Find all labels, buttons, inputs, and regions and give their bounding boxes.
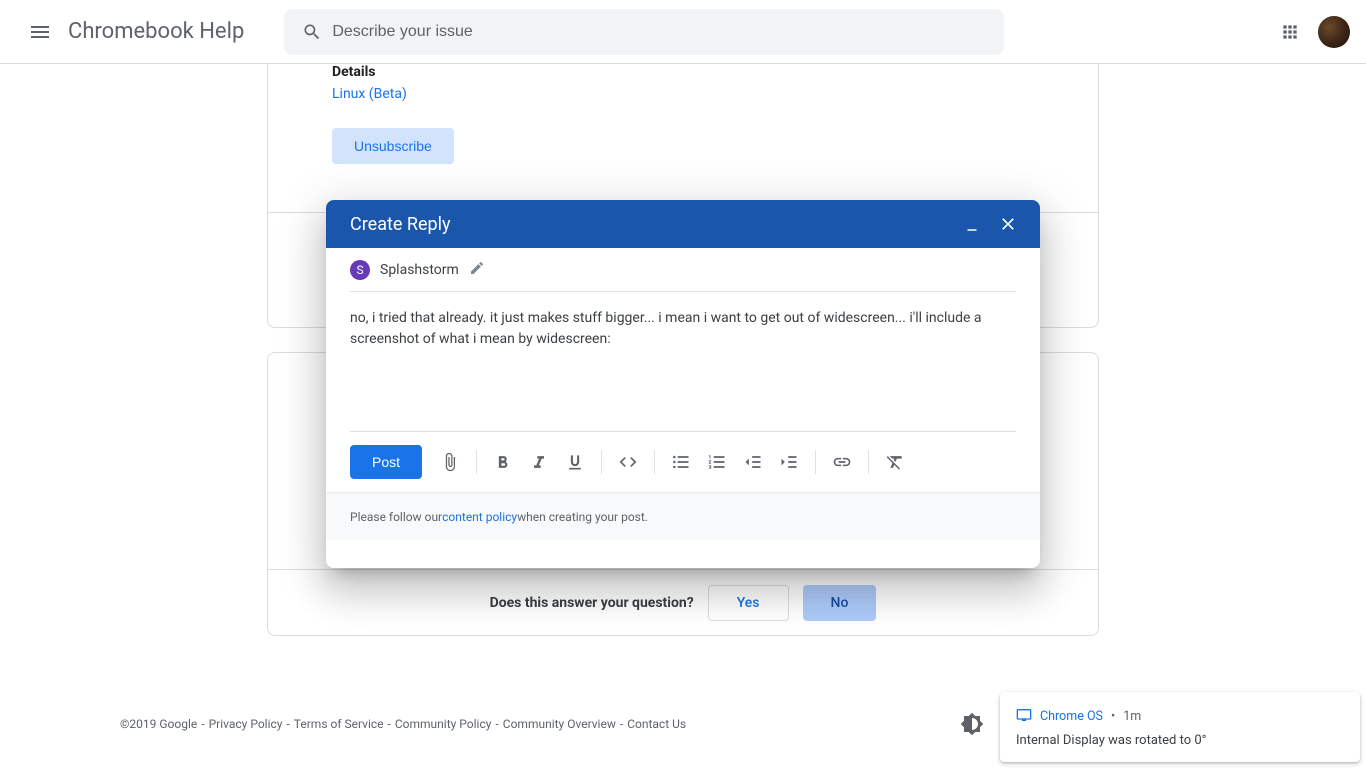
pencil-icon bbox=[469, 260, 485, 276]
bold-button[interactable] bbox=[487, 444, 519, 480]
answer-feedback-question: Does this answer your question? bbox=[490, 595, 694, 611]
numbered-list-button[interactable] bbox=[701, 444, 733, 480]
page-title[interactable]: Chromebook Help bbox=[68, 19, 244, 44]
author-row: S Splashstorm bbox=[350, 248, 1016, 292]
underline-button[interactable] bbox=[559, 444, 591, 480]
bulleted-list-button[interactable] bbox=[665, 444, 697, 480]
toolbar-separator bbox=[654, 450, 655, 474]
link-button[interactable] bbox=[826, 444, 858, 480]
minimize-button[interactable] bbox=[954, 206, 990, 242]
clear-formatting-button[interactable] bbox=[879, 444, 911, 480]
notification-separator: • bbox=[1111, 709, 1115, 724]
main-menu-button[interactable] bbox=[16, 8, 64, 56]
indent-icon bbox=[779, 452, 799, 472]
notification-age: 1m bbox=[1123, 709, 1141, 724]
monitor-icon bbox=[1016, 707, 1032, 727]
clear-format-icon bbox=[885, 452, 905, 472]
close-icon bbox=[998, 214, 1018, 234]
toolbar-separator bbox=[868, 450, 869, 474]
footer-link-terms[interactable]: Terms of Service bbox=[294, 717, 384, 731]
os-notification[interactable]: Chrome OS • 1m Internal Display was rota… bbox=[1000, 692, 1360, 762]
footer-link-privacy[interactable]: Privacy Policy bbox=[209, 717, 283, 731]
notification-source: Chrome OS bbox=[1040, 709, 1103, 724]
page-body: Details Linux (Beta) Unsubscribe All Rep… bbox=[0, 64, 1366, 768]
dialog-header: Create Reply bbox=[326, 200, 1040, 248]
author-avatar: S bbox=[350, 260, 370, 280]
close-button[interactable] bbox=[990, 206, 1026, 242]
hamburger-icon bbox=[28, 20, 52, 44]
search-input[interactable] bbox=[332, 23, 996, 41]
numbered-list-icon bbox=[707, 452, 727, 472]
italic-icon bbox=[529, 452, 549, 472]
notification-body: Internal Display was rotated to 0° bbox=[1016, 733, 1344, 748]
reply-textarea[interactable]: no, i tried that already. it just makes … bbox=[350, 292, 1016, 432]
dialog-footer: Please follow our content policy when cr… bbox=[326, 492, 1040, 540]
footer-link-contact[interactable]: Contact Us bbox=[627, 717, 686, 731]
search-box[interactable] bbox=[284, 9, 1004, 55]
indent-button[interactable] bbox=[773, 444, 805, 480]
toolbar-separator bbox=[601, 450, 602, 474]
editor-toolbar: Post bbox=[350, 432, 1016, 492]
app-bar: Chromebook Help bbox=[0, 0, 1366, 64]
answer-feedback-bar: Does this answer your question? Yes No bbox=[268, 569, 1098, 635]
attach-button[interactable] bbox=[434, 444, 466, 480]
link-icon bbox=[832, 452, 852, 472]
underline-icon bbox=[565, 452, 585, 472]
dialog-title: Create Reply bbox=[350, 214, 954, 235]
answer-no-button[interactable]: No bbox=[803, 585, 877, 621]
outdent-button[interactable] bbox=[737, 444, 769, 480]
unsubscribe-button[interactable]: Unsubscribe bbox=[332, 128, 454, 164]
brightness-icon bbox=[960, 712, 984, 736]
toolbar-separator bbox=[476, 450, 477, 474]
account-avatar[interactable] bbox=[1318, 16, 1350, 48]
google-apps-button[interactable] bbox=[1270, 12, 1310, 52]
create-reply-dialog: Create Reply S Splashstorm no, i tried t… bbox=[326, 200, 1040, 568]
content-policy-link[interactable]: content policy bbox=[442, 510, 517, 524]
minimize-icon bbox=[963, 215, 981, 233]
code-button[interactable] bbox=[612, 444, 644, 480]
footer-link-community-policy[interactable]: Community Policy bbox=[395, 717, 492, 731]
category-link[interactable]: Linux (Beta) bbox=[332, 86, 407, 102]
dark-mode-toggle[interactable] bbox=[960, 712, 984, 736]
answer-yes-button[interactable]: Yes bbox=[708, 585, 789, 621]
toolbar-separator bbox=[815, 450, 816, 474]
apps-grid-icon bbox=[1280, 22, 1300, 42]
details-label: Details bbox=[332, 64, 407, 80]
bulleted-list-icon bbox=[671, 452, 691, 472]
italic-button[interactable] bbox=[523, 444, 555, 480]
code-icon bbox=[618, 452, 638, 472]
footer-copyright: ©2019 Google bbox=[120, 717, 197, 731]
policy-text-pre: Please follow our bbox=[350, 510, 442, 524]
bold-icon bbox=[493, 452, 513, 472]
edit-author-button[interactable] bbox=[469, 260, 485, 280]
outdent-icon bbox=[743, 452, 763, 472]
post-button[interactable]: Post bbox=[350, 445, 422, 479]
policy-text-post: when creating your post. bbox=[517, 510, 648, 524]
search-icon bbox=[292, 22, 332, 42]
paperclip-icon bbox=[440, 452, 460, 472]
footer-link-community-overview[interactable]: Community Overview bbox=[503, 717, 616, 731]
author-name: Splashstorm bbox=[380, 262, 459, 278]
